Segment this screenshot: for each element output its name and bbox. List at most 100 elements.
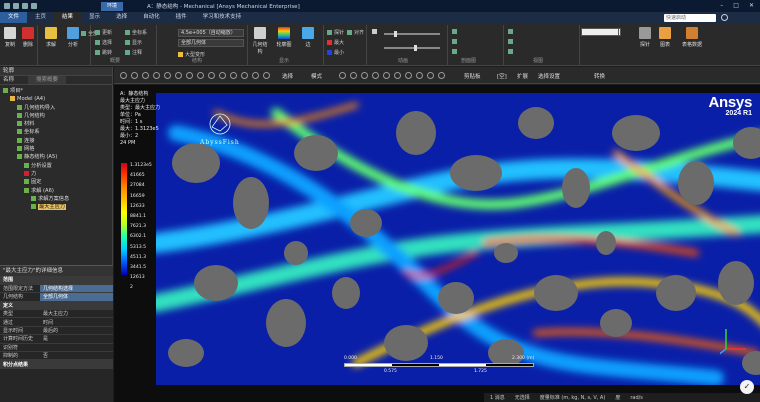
copy-button[interactable]: 复制 (1, 27, 19, 48)
details-value[interactable]: 最后的 (40, 326, 113, 336)
details-value[interactable]: 时间 (40, 317, 113, 327)
select-hide-icon[interactable] (438, 72, 445, 79)
empty-clipboard[interactable]: [空] (497, 72, 507, 80)
small-view-1[interactable] (508, 29, 515, 35)
probe-button[interactable]: 探针 (636, 27, 654, 48)
select-extend-icon[interactable] (427, 72, 434, 79)
chart-button[interactable]: 图表 (656, 27, 674, 48)
view-iso-icon[interactable] (186, 72, 193, 79)
small-display[interactable]: 显示 (125, 39, 142, 46)
view-side-icon[interactable] (219, 72, 226, 79)
axis-triad-icon[interactable] (720, 325, 750, 355)
contour-button[interactable]: 轮廓图 (275, 27, 293, 48)
zoom-in-icon[interactable] (131, 72, 138, 79)
wireframe-icon[interactable] (252, 72, 259, 79)
tab-selection[interactable]: 选择 (108, 12, 135, 23)
color-legend[interactable]: 1.3123e5 41665 27084 16659 12633 8841.1 7621.3… (121, 163, 152, 290)
small-section-3[interactable] (452, 49, 459, 55)
small-update[interactable]: 更新 (95, 29, 112, 36)
quick-launch-search[interactable]: 快速启动 (664, 14, 716, 22)
details-row[interactable]: 抑制的否 (0, 351, 113, 361)
details-value[interactable]: 几何结构选择 (40, 284, 113, 294)
small-probe[interactable]: 探针 (327, 29, 344, 36)
tree-item[interactable]: Model (A4) (0, 95, 112, 103)
small-goto[interactable]: 跳转 (95, 49, 112, 56)
tree-item[interactable]: 固定 (0, 178, 112, 186)
select-all-icon[interactable] (405, 72, 412, 79)
small-max[interactable]: 最大 (327, 39, 344, 46)
select-button[interactable]: 选择 (282, 72, 293, 80)
small-min[interactable]: 最小 (327, 49, 344, 56)
shaded-icon[interactable] (263, 72, 270, 79)
help-icon[interactable] (721, 14, 728, 21)
view-top-icon[interactable] (208, 72, 215, 79)
dropdown-icon[interactable] (31, 3, 37, 9)
details-row[interactable]: 范围 (0, 276, 113, 285)
tree-item[interactable]: 静态结构 (A5) (0, 153, 112, 161)
select-vertex-icon[interactable] (339, 72, 346, 79)
table-button[interactable]: 表格数据 (678, 27, 706, 48)
previous-view-icon[interactable] (230, 72, 237, 79)
status-angle[interactable]: 度 (615, 394, 620, 401)
tree-item[interactable]: 力 (0, 170, 112, 178)
tree-item[interactable]: 几何结构导入 (0, 104, 112, 112)
select-body-icon[interactable] (372, 72, 379, 79)
tree-item[interactable]: 项目* (0, 87, 112, 95)
minimize-button[interactable]: – (720, 2, 723, 9)
color-swatch-2[interactable] (581, 28, 619, 36)
rotate-icon[interactable] (175, 72, 182, 79)
mode-dropdown[interactable]: 模式 (311, 72, 322, 80)
name-column[interactable]: 名称 (3, 76, 14, 84)
clipboard-button[interactable]: 剪贴板 (464, 72, 481, 80)
next-view-icon[interactable] (241, 72, 248, 79)
details-row[interactable]: 计算时间历史是 (0, 334, 113, 344)
details-row[interactable]: 几何结构 全部几何体 (0, 292, 113, 302)
animation-slider[interactable] (384, 31, 440, 37)
details-row[interactable]: 显示时间 最后的 (0, 326, 113, 336)
tab-file[interactable]: 文件 (0, 12, 28, 23)
details-section[interactable]: 积分点结果 (0, 359, 113, 369)
details-value[interactable]: 否 (40, 351, 113, 361)
details-value[interactable]: 最大主应力 (40, 309, 113, 319)
tree-item[interactable]: 网格 (0, 145, 112, 153)
select-face-icon[interactable] (361, 72, 368, 79)
close-button[interactable]: ✕ (749, 2, 754, 9)
small-view-2[interactable] (508, 39, 515, 45)
details-value[interactable] (40, 343, 113, 353)
select-settings-button[interactable]: 选择设置 (538, 72, 560, 80)
convert-button[interactable]: 转换 (594, 72, 605, 80)
small-annotation[interactable]: 注释 (125, 49, 142, 56)
context-tab[interactable]: 环境 (101, 1, 124, 11)
details-section[interactable]: 定义 (0, 301, 113, 311)
details-row[interactable]: 范围限定方法 几何结构选择 (0, 284, 113, 294)
tree-item[interactable]: 分析设置 (0, 162, 112, 170)
details-row[interactable]: 积分点结果 (0, 359, 113, 369)
small-section-1[interactable] (452, 29, 459, 35)
geometry-dropdown[interactable]: 全部几何体 (178, 39, 244, 47)
pan-icon[interactable] (164, 72, 171, 79)
frame-slider[interactable] (384, 45, 440, 51)
tree-item[interactable]: 几何结构 (0, 112, 112, 120)
tab-result[interactable]: 结果 (54, 12, 82, 23)
details-row[interactable]: 通过 时间 (0, 317, 113, 327)
status-units[interactable]: 度量标准 (m, kg, N, s, V, A) (540, 394, 606, 401)
select-element-icon[interactable] (394, 72, 401, 79)
tree-item[interactable]: 求解 (A6) (0, 187, 112, 195)
small-section-2[interactable] (452, 39, 459, 45)
outline-search[interactable]: 搜索概要 (28, 76, 67, 84)
view-front-icon[interactable] (197, 72, 204, 79)
analyze-button[interactable]: 分析 (64, 27, 82, 48)
details-value[interactable]: 是 (40, 334, 113, 344)
zoom-fit-icon[interactable] (120, 72, 127, 79)
geometry-button[interactable]: 几何结构 (251, 27, 269, 55)
details-value[interactable]: 全部几何体 (40, 292, 113, 302)
small-select[interactable]: 选择 (95, 39, 112, 46)
tree-item[interactable]: 求解方案信息 (0, 195, 112, 203)
tab-home[interactable]: 主页 (27, 12, 54, 23)
details-row[interactable]: 类型 最大主应力 (0, 309, 113, 319)
select-edge-icon[interactable] (350, 72, 357, 79)
tree-item[interactable]: 材料 (0, 120, 112, 128)
tab-display[interactable]: 显示 (81, 12, 108, 23)
maximize-button[interactable]: □ (733, 2, 739, 9)
small-align[interactable]: 对齐 (347, 29, 364, 36)
